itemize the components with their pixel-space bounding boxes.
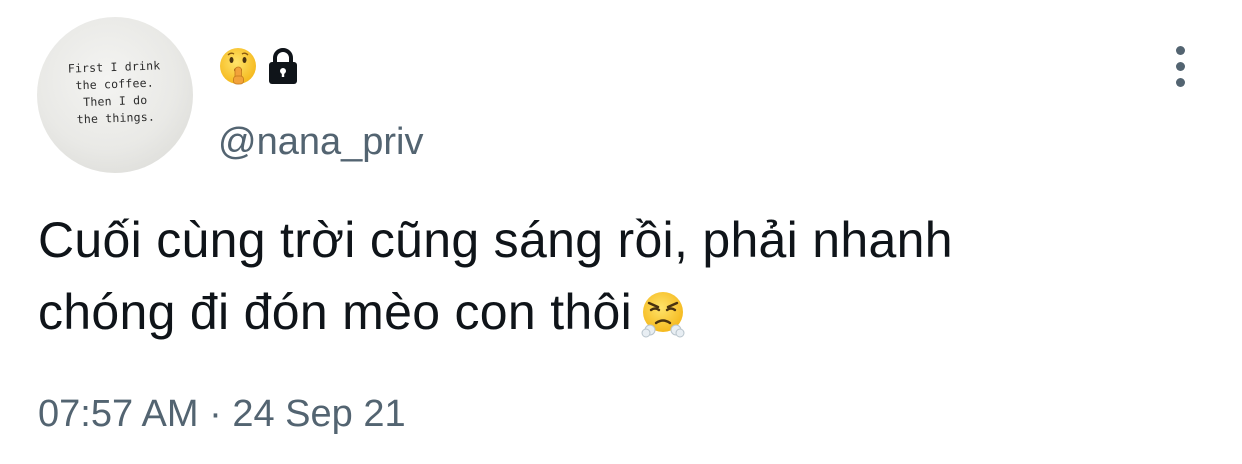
- more-dot-icon: [1175, 77, 1185, 87]
- tweet-timestamp[interactable]: 07:57 AM · 24 Sep 21: [38, 390, 406, 438]
- shushing-face-emoji: [220, 48, 256, 85]
- tweet-text-line: chóng đi đón mèo con thôi: [38, 284, 633, 340]
- tweet-text: Cuối cùng trời cũng sáng rồi, phải nhanh…: [38, 204, 1178, 348]
- face-with-steam-from-nose-emoji: [641, 292, 685, 338]
- lock-icon: [269, 48, 297, 84]
- display-name[interactable]: [218, 44, 302, 88]
- tweet-date: 24 Sep 21: [232, 393, 406, 435]
- tweet-text-line: Cuối cùng trời cũng sáng rồi, phải nhanh: [38, 212, 953, 268]
- more-dot-icon: [1175, 45, 1185, 55]
- avatar[interactable]: First I drink the coffee. Then I do the …: [37, 17, 193, 173]
- more-dot-icon: [1175, 61, 1185, 71]
- tweet-card: First I drink the coffee. Then I do the …: [0, 0, 1242, 464]
- tweet-time: 07:57 AM: [38, 393, 199, 435]
- avatar-quote: First I drink the coffee. Then I do the …: [37, 56, 193, 129]
- timestamp-separator: ·: [209, 393, 222, 435]
- user-handle[interactable]: @nana_priv: [218, 120, 423, 164]
- tweet-text-line-2: chóng đi đón mèo con thôi: [38, 276, 1178, 348]
- more-options-button[interactable]: [1164, 44, 1196, 88]
